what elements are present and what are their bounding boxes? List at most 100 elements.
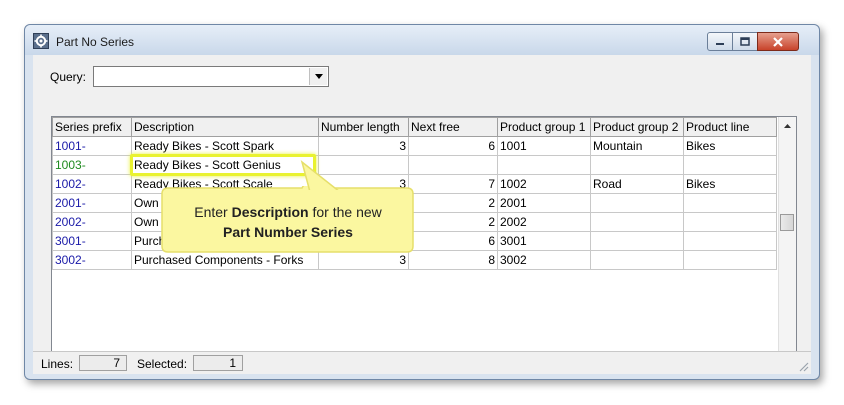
- cell-product-group-2[interactable]: [590, 193, 684, 213]
- empty-cell: [132, 289, 319, 308]
- empty-cell: [684, 289, 777, 308]
- part-no-series-window: Part No Series Query: Series prefix Desc…: [24, 24, 820, 380]
- column-header-series-prefix[interactable]: Series prefix: [52, 117, 132, 137]
- cell-series-prefix[interactable]: 1001-: [52, 136, 132, 156]
- cell-product-line[interactable]: Bikes: [683, 174, 777, 194]
- empty-row: [53, 270, 777, 289]
- window-title: Part No Series: [56, 35, 135, 49]
- query-dropdown[interactable]: [93, 66, 329, 87]
- cell-product-group-1[interactable]: 1001: [497, 136, 591, 156]
- cell-product-group-1[interactable]: 1002: [497, 174, 591, 194]
- title-bar[interactable]: Part No Series: [25, 25, 819, 55]
- status-bar: Lines: 7 Selected: 1: [33, 351, 811, 374]
- cell-product-group-1[interactable]: 2002: [497, 212, 591, 232]
- selected-count: 1: [193, 355, 243, 371]
- cell-product-line[interactable]: [683, 231, 777, 251]
- minimize-icon: [716, 42, 724, 45]
- callout-pointer: [300, 160, 343, 194]
- empty-cell: [132, 308, 319, 327]
- empty-cell: [591, 308, 684, 327]
- cell-product-line[interactable]: [683, 250, 777, 270]
- window-client-area: Query: Series prefix Description Number …: [33, 55, 811, 373]
- cell-next-free[interactable]: 6: [408, 136, 498, 156]
- empty-cell: [591, 289, 684, 308]
- cell-product-line[interactable]: [683, 212, 777, 232]
- empty-cell: [409, 270, 498, 289]
- empty-cell: [319, 308, 409, 327]
- callout-text: Enter Description for the new Part Numbe…: [170, 202, 406, 242]
- maximize-icon: [740, 37, 750, 46]
- selected-label: Selected:: [137, 357, 188, 371]
- scroll-thumb[interactable]: [780, 214, 794, 231]
- query-label: Query:: [50, 70, 87, 84]
- empty-cell: [132, 270, 319, 289]
- column-header-next-free[interactable]: Next free: [408, 117, 498, 137]
- lines-count: 7: [79, 355, 127, 371]
- vertical-scrollbar[interactable]: [778, 117, 796, 365]
- scroll-up-icon: [784, 123, 791, 128]
- cell-series-prefix[interactable]: 1002-: [52, 174, 132, 194]
- cell-product-group-1[interactable]: 3002: [497, 250, 591, 270]
- close-button[interactable]: [757, 32, 799, 51]
- callout-text-bold: Description: [231, 204, 309, 220]
- cell-series-prefix[interactable]: 3002-: [52, 250, 132, 270]
- empty-cell: [53, 270, 132, 289]
- column-header-product-group-1[interactable]: Product group 1: [497, 117, 591, 137]
- app-gear-icon: [33, 33, 49, 49]
- empty-cell: [319, 289, 409, 308]
- empty-cell: [498, 308, 591, 327]
- cell-product-group-2[interactable]: [590, 250, 684, 270]
- empty-cell: [53, 289, 132, 308]
- cell-product-line[interactable]: Bikes: [683, 136, 777, 156]
- query-dropdown-arrow[interactable]: [309, 68, 327, 85]
- cell-description[interactable]: Ready Bikes - Scott Spark: [131, 136, 319, 156]
- empty-cell: [591, 270, 684, 289]
- close-icon: [773, 36, 783, 47]
- lines-label: Lines:: [41, 357, 74, 371]
- scroll-up-button[interactable]: [779, 117, 796, 134]
- column-header-product-group-2[interactable]: Product group 2: [590, 117, 684, 137]
- empty-cell: [53, 308, 132, 327]
- cell-next-free[interactable]: 6: [408, 231, 498, 251]
- cell-product-group-2[interactable]: [590, 155, 684, 175]
- cell-series-prefix[interactable]: 1003-: [52, 155, 132, 175]
- cell-product-group-2[interactable]: [590, 212, 684, 232]
- cell-series-prefix[interactable]: 2001-: [52, 193, 132, 213]
- cell-product-line[interactable]: [683, 193, 777, 213]
- column-header-description[interactable]: Description: [131, 117, 319, 137]
- cell-next-free[interactable]: 8: [408, 250, 498, 270]
- cell-number-length[interactable]: 3: [318, 136, 409, 156]
- cell-next-free[interactable]: 2: [408, 212, 498, 232]
- empty-cell: [498, 289, 591, 308]
- cell-series-prefix[interactable]: 2002-: [52, 212, 132, 232]
- cell-next-free[interactable]: 2: [408, 193, 498, 213]
- cell-product-line[interactable]: [683, 155, 777, 175]
- description-highlight: [130, 154, 316, 176]
- cell-product-group-1[interactable]: 3001: [497, 231, 591, 251]
- column-header-product-line[interactable]: Product line: [683, 117, 777, 137]
- cell-product-group-1[interactable]: 2001: [497, 193, 591, 213]
- empty-cell: [684, 270, 777, 289]
- table-row[interactable]: 1001- Ready Bikes - Scott Spark 3 6 1001 Moun…: [52, 136, 777, 156]
- empty-cell: [319, 270, 409, 289]
- empty-cell: [684, 308, 777, 327]
- resize-grip-icon[interactable]: [797, 360, 809, 372]
- cell-product-group-2[interactable]: [590, 231, 684, 251]
- cell-product-group-1[interactable]: [497, 155, 591, 175]
- cell-product-group-2[interactable]: Mountain: [590, 136, 684, 156]
- callout-text-line2: Part Number Series: [223, 224, 353, 240]
- cell-series-prefix[interactable]: 3001-: [52, 231, 132, 251]
- empty-cell: [498, 270, 591, 289]
- table-header-row: Series prefix Description Number length …: [52, 117, 777, 137]
- callout-text-part: Enter: [194, 204, 232, 220]
- cell-next-free[interactable]: 7: [408, 174, 498, 194]
- column-header-number-length[interactable]: Number length: [318, 117, 409, 137]
- chevron-down-icon: [314, 74, 323, 79]
- cell-next-free[interactable]: [408, 155, 498, 175]
- empty-cell: [409, 308, 498, 327]
- cell-product-group-2[interactable]: Road: [590, 174, 684, 194]
- maximize-button[interactable]: [732, 32, 758, 51]
- empty-row: [53, 308, 777, 327]
- minimize-button[interactable]: [707, 32, 733, 51]
- empty-cell: [409, 289, 498, 308]
